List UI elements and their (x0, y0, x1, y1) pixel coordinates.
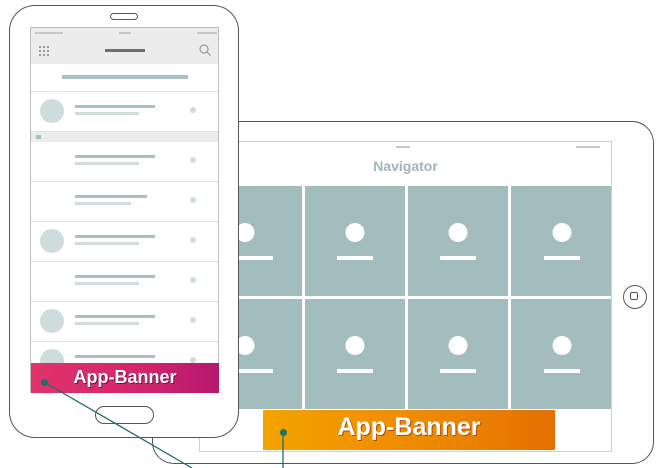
phone-banner-connector (43, 381, 193, 468)
tablet-banner-marker (280, 429, 287, 436)
connector-lines (43, 381, 284, 468)
phone-banner-marker (41, 379, 48, 386)
